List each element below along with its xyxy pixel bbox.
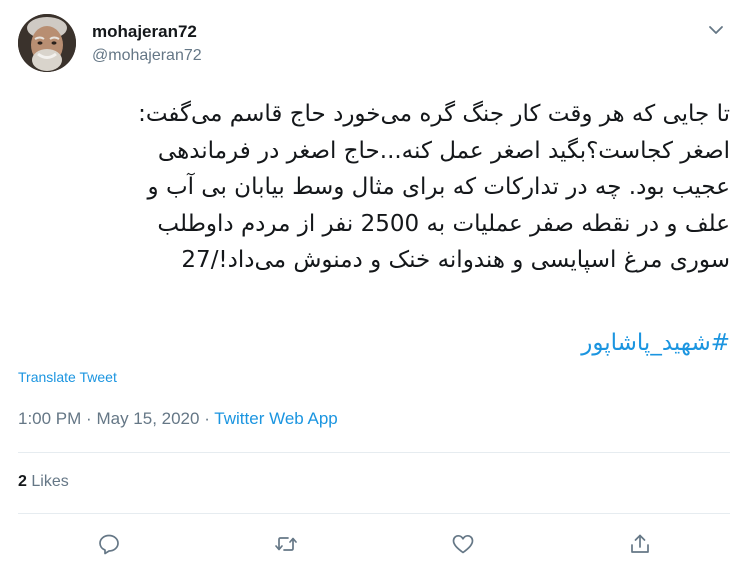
tweet-text-line: سوری مرغ اسپایسی و هندوانه خنک و دمنوش م…	[181, 247, 730, 273]
tweet-actions	[0, 528, 748, 560]
avatar-photo	[18, 14, 76, 72]
translate-tweet-link[interactable]: Translate Tweet	[18, 369, 117, 385]
tweet-text-line: اصغر کجاست؟بگید اصغر عمل کنه...حاج اصغر …	[157, 137, 730, 164]
share-icon[interactable]	[628, 532, 652, 556]
likes-label: Likes	[31, 473, 69, 490]
tweet-text: تا جایی که هر وقت کار جنگ گره می‌خورد حا…	[18, 96, 730, 279]
tweet-text-line: عجیب بود. چه در تدارکات که برای مثال وسط…	[147, 174, 730, 200]
tweet-header: mohajeran72 @mohajeran72	[18, 14, 730, 80]
heart-icon[interactable]	[451, 532, 475, 556]
tweet-text-line: علف و در نقطه صفر عملیات به 2500 نفر از …	[157, 210, 730, 237]
tweet-source-link[interactable]: Twitter Web App	[214, 409, 337, 428]
tweet-date[interactable]: May 15, 2020	[96, 409, 199, 428]
divider	[18, 452, 730, 453]
likes-number: 2	[18, 473, 27, 490]
retweet-icon[interactable]	[274, 532, 298, 556]
username[interactable]: @mohajeran72	[92, 47, 202, 65]
meta-separator: ·	[204, 409, 210, 428]
tweet-time[interactable]: 1:00 PM	[18, 409, 81, 428]
hashtag-link[interactable]: #شهید_پاشاپور	[581, 330, 730, 356]
reply-icon[interactable]	[97, 532, 121, 556]
tweet-text-line: تا جایی که هر وقت کار جنگ گره می‌خورد حا…	[138, 101, 730, 127]
meta-separator: ·	[86, 409, 92, 428]
divider	[18, 513, 730, 514]
chevron-down-icon[interactable]	[706, 20, 726, 40]
tweet-meta: 1:00 PM · May 15, 2020 · Twitter Web App	[18, 409, 338, 429]
display-name[interactable]: mohajeran72	[92, 22, 197, 42]
avatar[interactable]	[18, 14, 76, 72]
likes-count[interactable]: 2 Likes	[18, 473, 69, 491]
